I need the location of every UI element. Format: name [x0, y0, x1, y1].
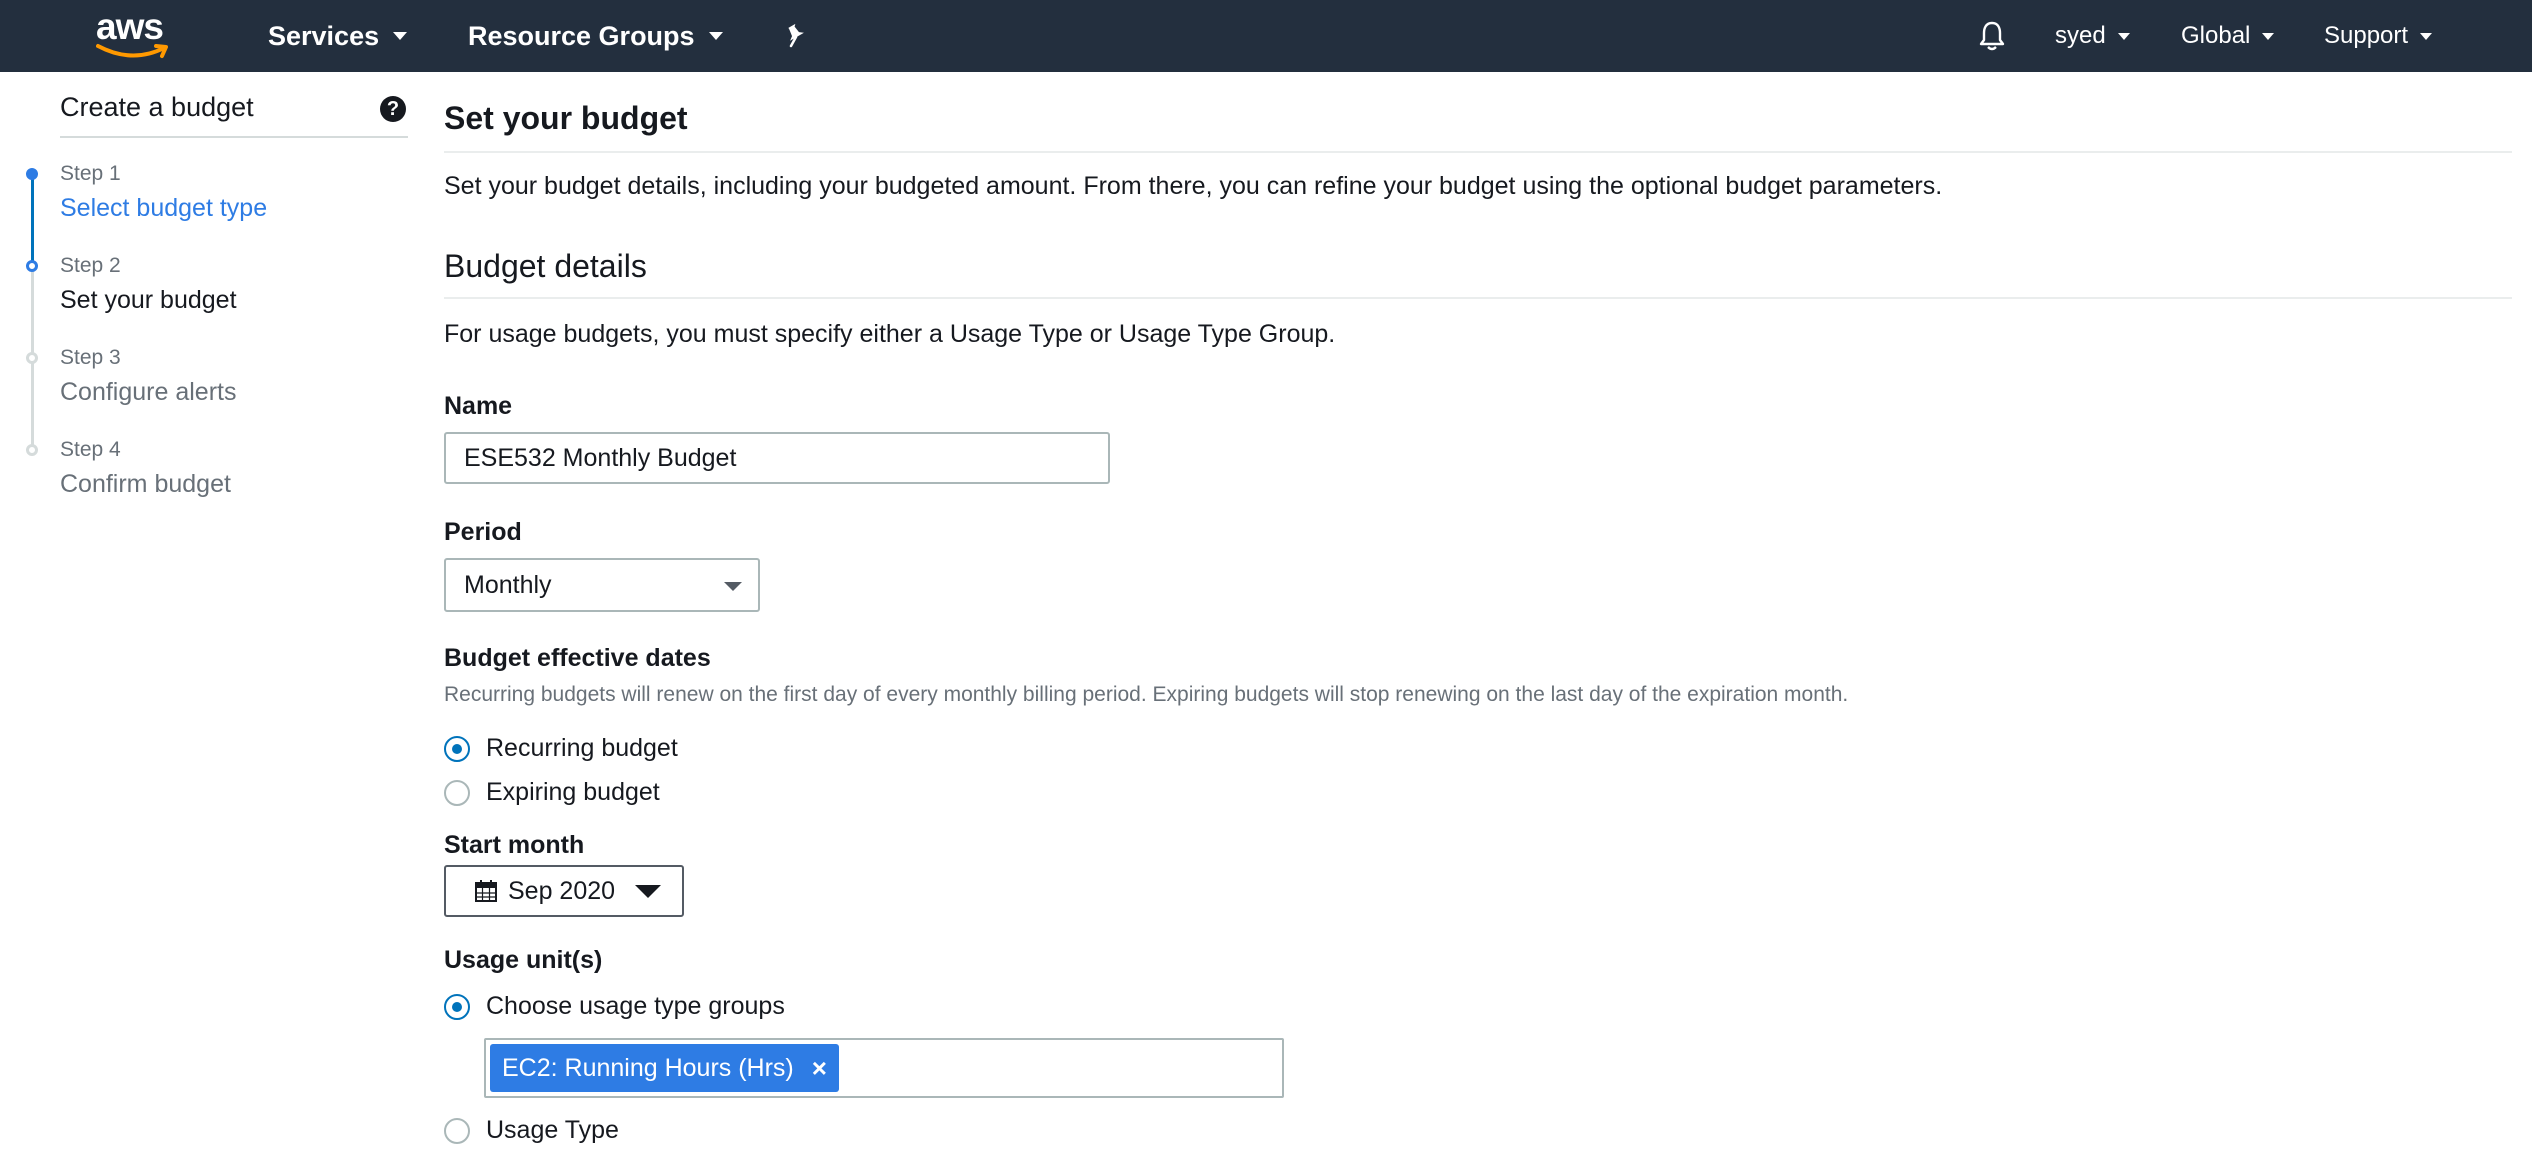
chevron-down-icon [2420, 32, 2433, 40]
expiring-radio[interactable] [444, 779, 470, 806]
usage-group-tag: EC2: Running Hours (Hrs) × [490, 1044, 839, 1092]
page-title: Set your budget [444, 100, 688, 136]
step-2-indicator [26, 260, 38, 272]
expiring-label: Expiring budget [486, 778, 660, 806]
usage-groups-label: Choose usage type groups [486, 992, 785, 1020]
usage-type-radio[interactable] [444, 1117, 470, 1144]
resource-groups-menu[interactable]: Resource Groups [468, 0, 723, 72]
period-select[interactable]: Monthly [444, 558, 760, 612]
aws-logo[interactable]: aws [96, 8, 170, 60]
step-3-label: Configure alerts [60, 378, 237, 406]
wizard-title: Create a budget [60, 92, 254, 122]
region-label: Global [2181, 22, 2251, 49]
step-1-link[interactable]: Select budget type [60, 194, 267, 223]
step-2-number: Step 2 [60, 254, 121, 277]
aws-logo-text: aws [96, 6, 164, 47]
effective-dates-description: Recurring budgets will renew on the firs… [444, 683, 1849, 706]
recurring-label: Recurring budget [486, 734, 678, 762]
step-3-number: Step 3 [60, 346, 121, 369]
step-1-indicator [26, 168, 38, 180]
chevron-down-icon [393, 32, 408, 40]
pushpin-icon[interactable] [784, 0, 808, 72]
start-month-value: Sep 2020 [508, 876, 616, 905]
chevron-down-icon [724, 582, 742, 591]
usage-type-groups-option[interactable]: Choose usage type groups [444, 992, 785, 1021]
budget-name-input[interactable] [444, 432, 1110, 484]
usage-groups-radio[interactable] [444, 993, 470, 1020]
step-4-number: Step 4 [60, 438, 121, 461]
budget-details-heading: Budget details [444, 248, 647, 284]
expiring-budget-option[interactable]: Expiring budget [444, 778, 660, 807]
services-label: Services [268, 20, 380, 51]
step-1-number: Step 1 [60, 162, 121, 185]
name-label: Name [444, 392, 513, 420]
start-month-picker[interactable]: Sep 2020 [444, 865, 684, 917]
effective-dates-label: Budget effective dates [444, 644, 711, 672]
remove-tag-icon[interactable]: × [812, 1053, 827, 1084]
services-menu[interactable]: Services [268, 0, 408, 72]
intro-text: Set your budget details, including your … [444, 172, 1943, 200]
details-divider [444, 297, 2512, 299]
step-progress-line [31, 174, 34, 266]
usage-type-label: Usage Type [486, 1116, 619, 1144]
usage-units-label: Usage unit(s) [444, 946, 603, 974]
chevron-down-icon [708, 32, 723, 40]
user-name: syed [2055, 22, 2106, 49]
title-divider [444, 151, 2512, 153]
aws-smile-icon [96, 44, 168, 58]
usage-type-option[interactable]: Usage Type [444, 1116, 619, 1145]
support-menu[interactable]: Support [2324, 0, 2433, 72]
chevron-down-icon [2117, 32, 2130, 40]
step-2-label: Set your budget [60, 286, 237, 314]
period-value: Monthly [464, 570, 552, 599]
period-label: Period [444, 518, 522, 546]
usage-group-tag-label: EC2: Running Hours (Hrs) [502, 1053, 794, 1082]
chevron-down-icon [2262, 32, 2275, 40]
start-month-label: Start month [444, 831, 585, 859]
usage-type-group-input[interactable]: EC2: Running Hours (Hrs) × [484, 1038, 1284, 1098]
resource-groups-label: Resource Groups [468, 20, 695, 51]
user-menu[interactable]: syed [2055, 0, 2130, 72]
bell-icon[interactable] [1978, 0, 2006, 72]
recurring-budget-option[interactable]: Recurring budget [444, 734, 678, 763]
recurring-radio[interactable] [444, 735, 470, 762]
support-label: Support [2324, 22, 2409, 49]
region-menu[interactable]: Global [2181, 0, 2275, 72]
details-note: For usage budgets, you must specify eith… [444, 320, 1336, 348]
step-4-indicator [26, 444, 38, 456]
calendar-icon [475, 880, 497, 902]
wizard-divider [60, 136, 408, 138]
step-3-indicator [26, 352, 38, 364]
step-4-label: Confirm budget [60, 470, 231, 498]
top-navigation-bar: aws Services Resource Groups syed Global… [0, 0, 2532, 72]
caret-down-icon [635, 884, 662, 898]
help-icon[interactable]: ? [380, 96, 406, 122]
